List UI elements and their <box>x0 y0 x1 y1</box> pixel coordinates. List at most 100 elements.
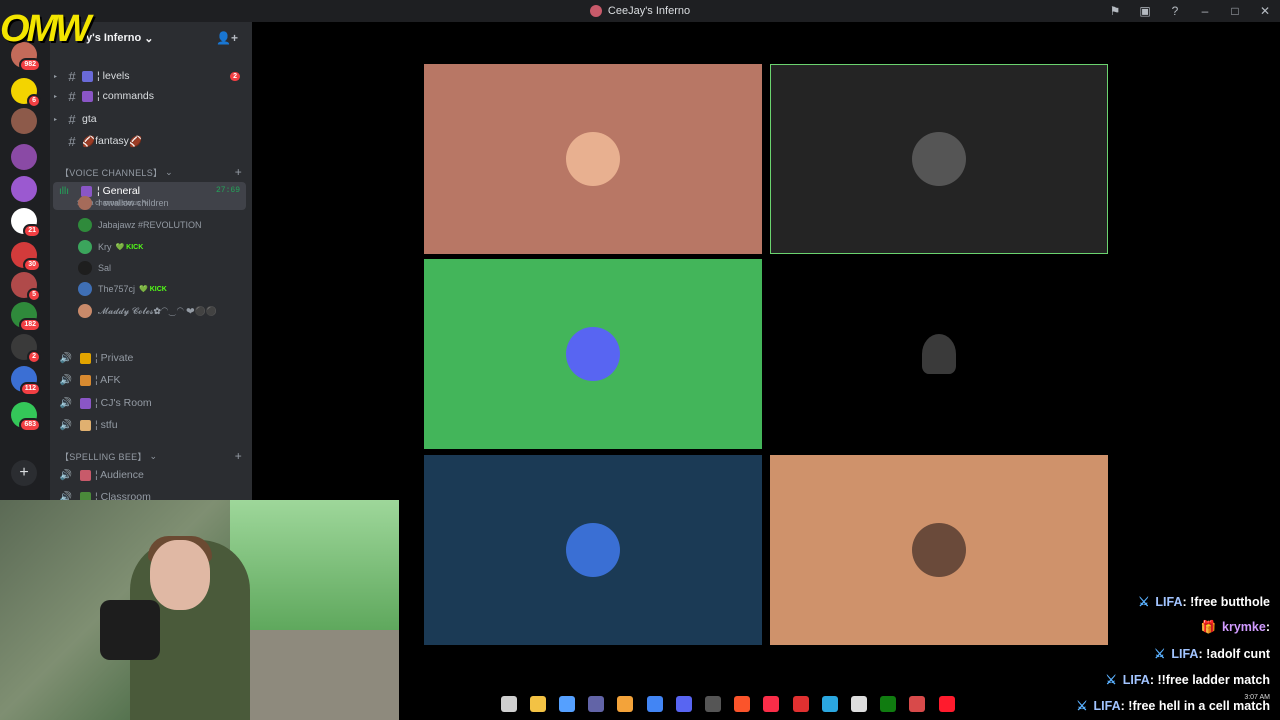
voice-channel[interactable]: 🔊 ¦ stfu <box>56 415 246 435</box>
category-voice-channels[interactable]: 【VOICE CHANNELS】 ⌄ + <box>60 164 250 180</box>
help-icon[interactable]: ? <box>1160 4 1190 18</box>
copilot-icon[interactable] <box>559 696 575 712</box>
voice-channel-name: ¦ stfu <box>95 419 118 431</box>
mention-badge: 2 <box>230 71 240 81</box>
voice-channel[interactable]: 🔊 ¦ AFK <box>56 370 246 390</box>
store-icon[interactable] <box>617 696 633 712</box>
voice-channel[interactable]: 🔊 ¦ CJ's Room <box>56 393 246 413</box>
participant-tile[interactable] <box>770 259 1108 449</box>
chat-colon: : <box>1182 595 1191 609</box>
sword-icon: 🎁 <box>1200 620 1217 634</box>
avatar <box>78 261 92 275</box>
server-icon[interactable]: 6 <box>11 78 41 108</box>
category-spelling-bee[interactable]: 【SPELLING BEE】 ⌄ + <box>60 448 250 464</box>
server-icon[interactable]: 683 <box>11 402 41 432</box>
chat-username: LIFA <box>1093 699 1121 713</box>
voice-channel-name: ¦ Audience <box>95 469 144 481</box>
voice-member[interactable]: I swallow children <box>78 194 248 212</box>
edge-icon[interactable] <box>822 696 838 712</box>
notification-badge: 2 <box>27 350 41 364</box>
server-icon[interactable]: 112 <box>11 366 41 396</box>
server-icon[interactable]: 2 <box>11 334 41 364</box>
channel-gta[interactable]: ▸ # gta <box>54 109 246 129</box>
maximize-icon[interactable]: □ <box>1220 4 1250 18</box>
server-icon[interactable] <box>11 108 37 134</box>
chat-username: LIFA <box>1155 595 1183 609</box>
collapse-arrow-icon: ▸ <box>54 93 58 100</box>
close-icon[interactable]: ✕ <box>1250 4 1280 18</box>
server-icon[interactable] <box>11 144 37 170</box>
obs-icon[interactable] <box>705 696 721 712</box>
voice-channel[interactable]: 🔊 ¦ Audience <box>56 465 246 485</box>
avatar <box>912 132 966 186</box>
chat-colon: : <box>1265 620 1270 634</box>
channel-emoji-icon <box>80 469 91 481</box>
channel-label: fantasy <box>95 135 129 147</box>
file-explorer-icon[interactable] <box>530 696 546 712</box>
webcam-overlay <box>0 500 399 720</box>
notification-badge: 982 <box>19 58 41 72</box>
teams-icon[interactable] <box>588 696 604 712</box>
channel-sidebar: y's Inferno ⌄ 👤+ ▸ # ¦ levels 2 ▸ # ¦ co… <box>50 22 252 520</box>
kick-label: KICK <box>126 244 144 251</box>
voice-channel[interactable]: 🔊 ¦ Private <box>56 348 246 368</box>
music-icon[interactable] <box>763 696 779 712</box>
sword-icon: ⚔ <box>1076 699 1088 713</box>
kick-badge: 💚 KICK <box>115 244 144 251</box>
voice-member[interactable]: Kry 💚 KICK <box>78 238 248 256</box>
voice-activity-icon: ıllı <box>59 186 69 197</box>
voice-member[interactable]: Sal <box>78 259 248 277</box>
server-icon[interactable]: 182 <box>11 302 41 332</box>
minimize-icon[interactable]: – <box>1190 4 1220 18</box>
invite-icon[interactable]: 👤+ <box>216 31 238 45</box>
participant-tile[interactable] <box>770 455 1108 645</box>
participant-tile[interactable] <box>770 64 1108 254</box>
xbox-icon[interactable] <box>880 696 896 712</box>
server-icon[interactable]: 21 <box>11 208 41 238</box>
task-view-icon[interactable] <box>501 696 517 712</box>
notification-badge: 6 <box>27 94 41 108</box>
channel-label: ¦ <box>97 70 100 82</box>
channel-emoji-icon <box>80 419 91 431</box>
channel-levels[interactable]: ▸ # ¦ levels 2 <box>54 66 246 86</box>
server-icon[interactable] <box>11 176 37 202</box>
screen: CeeJay's Inferno ⚑ ▣ ? – □ ✕ + 982 6 21 30 5… <box>0 0 1280 720</box>
voice-channel-name: ¦ CJ's Room <box>95 397 152 409</box>
speaker-icon: 🔊 <box>59 397 73 409</box>
chrome-icon[interactable] <box>647 696 663 712</box>
screen-icon[interactable]: ▣ <box>1130 4 1160 18</box>
category-label: 【VOICE CHANNELS】 <box>60 167 163 178</box>
chat-message: ⚔ LIFA: !!free ladder match <box>1106 672 1270 694</box>
chat-message: ⚔ LIFA: !free butthole <box>1138 594 1270 616</box>
discord-icon[interactable] <box>676 696 692 712</box>
kick-label: KICK <box>149 286 167 293</box>
speaker-icon: 🔊 <box>59 374 73 386</box>
opera-icon[interactable] <box>939 696 955 712</box>
participant-tile[interactable] <box>424 455 762 645</box>
server-rail: + 982 6 21 30 5 182 2 112 683 <box>0 22 50 520</box>
game-icon[interactable] <box>909 696 925 712</box>
server-icon[interactable]: 30 <box>11 242 41 272</box>
server-icon[interactable]: 5 <box>11 272 41 302</box>
voice-member[interactable]: The757cj 💚 KICK <box>78 280 248 298</box>
app-icon[interactable] <box>793 696 809 712</box>
inbox-icon[interactable]: ⚑ <box>1100 4 1130 18</box>
hash-icon: # <box>68 68 76 84</box>
stream-logo: OMW <box>0 8 91 50</box>
member-name: Kry <box>98 242 112 252</box>
avatar <box>566 132 620 186</box>
add-channel-icon[interactable]: + <box>235 165 242 179</box>
participant-tile[interactable] <box>424 259 762 449</box>
avatar <box>566 523 620 577</box>
brave-icon[interactable] <box>734 696 750 712</box>
channel-commands[interactable]: ▸ # ¦ commands <box>54 86 246 106</box>
voice-member[interactable]: 𝓜𝓪𝓭𝓭𝔂 𝓒𝓸𝓵𝓮𝓼✿◠‿◠ ❤⚫⚫ <box>78 302 248 320</box>
channel-label: ¦ <box>97 90 100 102</box>
voice-member[interactable]: Jabajawz #REVOLUTION <box>78 216 248 234</box>
participant-tile[interactable] <box>424 64 762 254</box>
add-server-icon[interactable]: + <box>11 460 37 486</box>
channel-fantasy[interactable]: # 🏈 fantasy 🏈 <box>54 131 246 151</box>
add-channel-icon[interactable]: + <box>235 449 242 463</box>
member-name: The757cj <box>98 284 136 294</box>
mail-icon[interactable] <box>851 696 867 712</box>
